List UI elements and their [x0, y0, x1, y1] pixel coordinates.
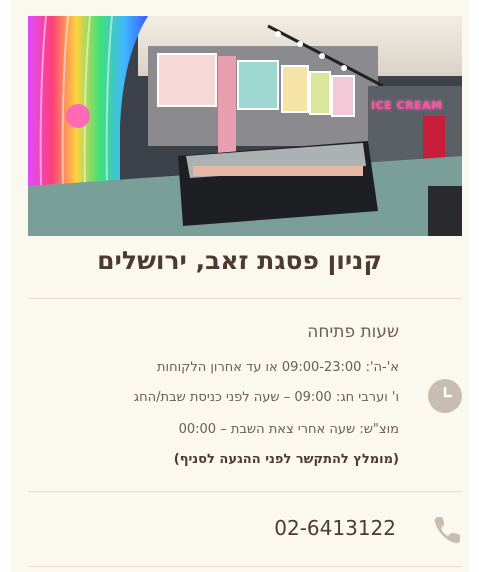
clock-icon [428, 379, 462, 413]
store-sign: ICE CREAM [371, 99, 443, 112]
hours-line-friday: ו' וערבי חג: 09:00 – שעה לפני כניסת שבת/… [133, 390, 399, 405]
phone-icon[interactable] [432, 514, 464, 546]
hours-line-saturday: מוצ"ש: שעה אחרי צאת השבת – 00:00 [178, 422, 399, 437]
divider-bottom [28, 566, 462, 567]
divider-top [28, 298, 462, 299]
store-interior-image [28, 16, 462, 236]
branch-title: קניון פסגת זאב, ירושלים [97, 246, 382, 275]
branch-card: ICE CREAM קניון פסגת זאב, ירושלים שעות פ… [10, 0, 469, 572]
opening-hours-heading: שעות פתיחה [307, 322, 399, 342]
divider-middle [28, 491, 462, 492]
hours-note: (מומלץ להתקשר לפני ההגעה לסניף) [173, 452, 399, 467]
phone-link[interactable]: 02-6413122 [274, 516, 396, 540]
branch-photo: ICE CREAM [28, 16, 462, 236]
hours-line-weekdays: א'-ה': 09:00-23:00 או עד אחרון הלקוחות [157, 360, 399, 375]
